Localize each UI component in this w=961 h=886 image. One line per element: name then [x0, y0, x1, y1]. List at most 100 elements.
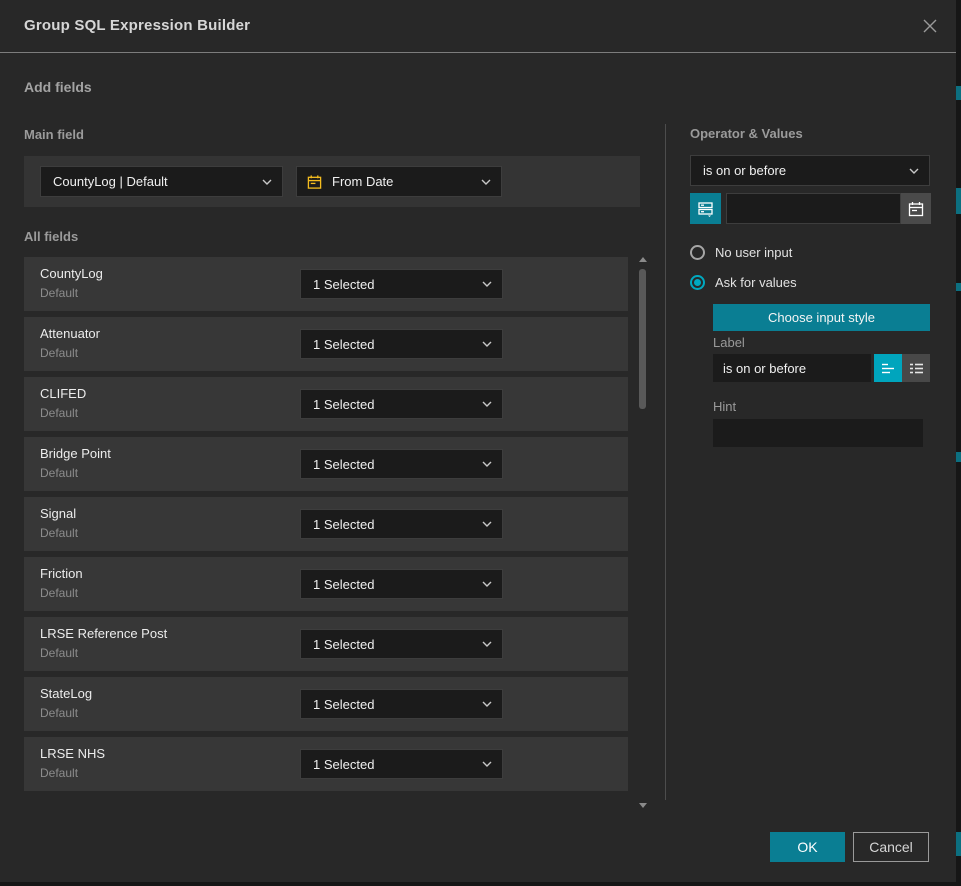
field-row: Signal Default 1 Selected: [24, 497, 628, 551]
cancel-button[interactable]: Cancel: [853, 832, 929, 862]
chevron-down-icon: [482, 521, 492, 527]
choose-input-style-button[interactable]: Choose input style: [713, 304, 930, 331]
operator-dropdown[interactable]: is on or before: [690, 155, 930, 186]
stacked-fields-icon: [697, 200, 714, 217]
main-field-source-dropdown[interactable]: CountyLog | Default: [40, 166, 283, 197]
all-fields-list: CountyLog Default 1 Selected Attenuator …: [24, 257, 628, 791]
field-name: Attenuator: [40, 326, 100, 341]
input-type-button[interactable]: [690, 193, 721, 224]
field-subtype-label: Default: [40, 346, 78, 360]
field-name: LRSE NHS: [40, 746, 105, 761]
field-selection-dropdown[interactable]: 1 Selected: [300, 689, 503, 719]
scrollbar-down-arrow-icon[interactable]: [639, 803, 647, 808]
add-fields-heading: Add fields: [24, 79, 92, 95]
all-fields-heading: All fields: [24, 229, 78, 244]
background-app-fragment: [956, 283, 961, 291]
field-selection-dropdown[interactable]: 1 Selected: [300, 629, 503, 659]
field-row: Attenuator Default 1 Selected: [24, 317, 628, 371]
radio-ask-for-values[interactable]: Ask for values: [690, 275, 797, 290]
field-subtype-label: Default: [40, 466, 78, 480]
background-app-fragment: [956, 452, 961, 462]
field-row: LRSE NHS Default 1 Selected: [24, 737, 628, 791]
chevron-down-icon: [482, 641, 492, 647]
dialog-title: Group SQL Expression Builder: [24, 0, 250, 52]
field-subtype-label: Default: [40, 406, 78, 420]
field-row: LRSE Reference Post Default 1 Selected: [24, 617, 628, 671]
chevron-down-icon: [482, 761, 492, 767]
field-name: Bridge Point: [40, 446, 111, 461]
ok-button[interactable]: OK: [770, 832, 845, 862]
close-button[interactable]: [918, 14, 942, 38]
field-name: CountyLog: [40, 266, 103, 281]
fields-scrollbar[interactable]: [637, 255, 649, 808]
operator-values-heading: Operator & Values: [690, 126, 803, 141]
field-row: CountyLog Default 1 Selected: [24, 257, 628, 311]
date-picker-button[interactable]: [901, 193, 931, 224]
radio-no-user-input-label: No user input: [715, 245, 792, 260]
chevron-down-icon: [909, 168, 919, 174]
field-subtype-label: Default: [40, 706, 78, 720]
background-app-fragment: [956, 86, 961, 100]
background-app-fragment: [956, 188, 961, 214]
field-name: Friction: [40, 566, 83, 581]
hint-caption: Hint: [713, 399, 736, 414]
background-app-fragment: [956, 832, 961, 856]
field-row: Friction Default 1 Selected: [24, 557, 628, 611]
main-field-date-dropdown[interactable]: From Date: [296, 166, 502, 197]
field-selection-value: 1 Selected: [313, 697, 476, 712]
hint-input[interactable]: [713, 419, 923, 447]
field-selection-value: 1 Selected: [313, 577, 476, 592]
chevron-down-icon: [482, 461, 492, 467]
field-name: LRSE Reference Post: [40, 626, 167, 641]
field-selection-dropdown[interactable]: 1 Selected: [300, 509, 503, 539]
field-selection-dropdown[interactable]: 1 Selected: [300, 389, 503, 419]
value-row: [690, 193, 931, 224]
field-selection-dropdown[interactable]: 1 Selected: [300, 269, 503, 299]
scrollbar-up-arrow-icon[interactable]: [639, 257, 647, 262]
field-name: StateLog: [40, 686, 92, 701]
calendar-icon: [307, 174, 322, 190]
chevron-down-icon: [482, 401, 492, 407]
field-subtype-label: Default: [40, 766, 78, 780]
chevron-down-icon: [482, 281, 492, 287]
close-icon: [921, 17, 939, 35]
value-input[interactable]: [726, 193, 901, 224]
background-app-edge: [956, 0, 961, 886]
single-line-style-button[interactable]: [874, 354, 902, 382]
main-field-date-value: From Date: [332, 174, 475, 189]
radio-selected-icon: [690, 275, 705, 290]
radio-ask-for-values-label: Ask for values: [715, 275, 797, 290]
chevron-down-icon: [262, 179, 272, 185]
field-selection-dropdown[interactable]: 1 Selected: [300, 449, 503, 479]
field-subtype-label: Default: [40, 286, 78, 300]
operator-value: is on or before: [703, 163, 903, 178]
field-row: StateLog Default 1 Selected: [24, 677, 628, 731]
field-selection-value: 1 Selected: [313, 637, 476, 652]
calendar-icon: [908, 201, 924, 217]
field-selection-value: 1 Selected: [313, 337, 476, 352]
align-left-icon: [881, 362, 896, 375]
main-field-bar: CountyLog | Default From Date: [24, 156, 640, 207]
panel-divider: [665, 124, 666, 800]
field-name: CLIFED: [40, 386, 86, 401]
list-icon: [909, 362, 924, 375]
field-selection-value: 1 Selected: [313, 517, 476, 532]
field-selection-value: 1 Selected: [313, 277, 476, 292]
main-field-heading: Main field: [24, 127, 84, 142]
field-subtype-label: Default: [40, 646, 78, 660]
field-selection-dropdown[interactable]: 1 Selected: [300, 569, 503, 599]
field-subtype-label: Default: [40, 586, 78, 600]
list-style-button[interactable]: [902, 354, 930, 382]
chevron-down-icon: [482, 341, 492, 347]
label-input[interactable]: [713, 354, 871, 382]
field-row: Bridge Point Default 1 Selected: [24, 437, 628, 491]
label-caption: Label: [713, 335, 745, 350]
field-selection-value: 1 Selected: [313, 757, 476, 772]
field-selection-dropdown[interactable]: 1 Selected: [300, 749, 503, 779]
field-subtype-label: Default: [40, 526, 78, 540]
field-selection-dropdown[interactable]: 1 Selected: [300, 329, 503, 359]
scrollbar-thumb[interactable]: [639, 269, 646, 409]
radio-unselected-icon: [690, 245, 705, 260]
radio-no-user-input[interactable]: No user input: [690, 245, 792, 260]
chevron-down-icon: [481, 179, 491, 185]
